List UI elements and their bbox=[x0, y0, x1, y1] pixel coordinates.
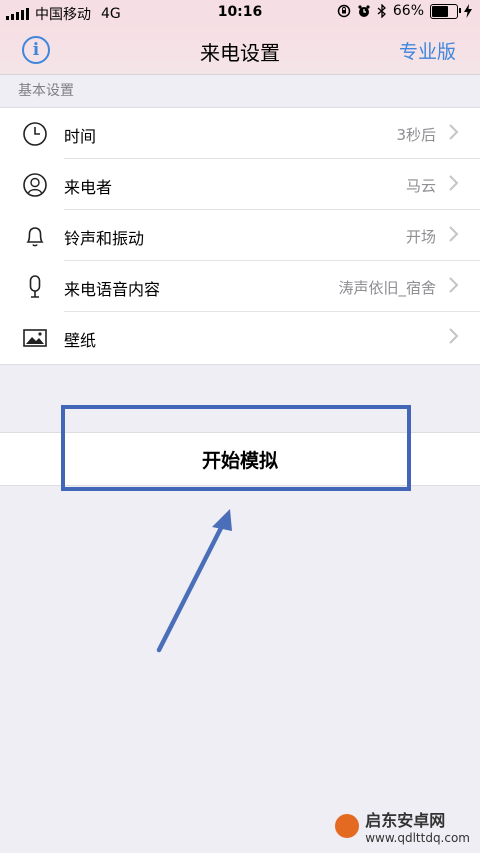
battery-icon bbox=[430, 3, 461, 19]
rotation-lock-icon bbox=[337, 4, 351, 18]
battery-fill bbox=[432, 5, 448, 17]
chevron-right-icon bbox=[449, 328, 459, 344]
row-label: 壁纸 bbox=[64, 331, 97, 350]
watermark: 启东安卓网 www.qdlttdq.com bbox=[335, 807, 470, 845]
watermark-url: www.qdlttdq.com bbox=[365, 831, 470, 845]
row-label: 来电语音内容 bbox=[64, 280, 161, 299]
row-label: 时间 bbox=[64, 127, 97, 146]
charging-bolt-icon bbox=[464, 4, 472, 18]
bluetooth-icon bbox=[377, 4, 386, 18]
row-value: 开场 bbox=[405, 228, 436, 246]
watermark-logo-icon bbox=[335, 814, 360, 838]
setting-row-ringtone[interactable]: 铃声和振动 开场 bbox=[0, 210, 480, 261]
setting-row-voice-content[interactable]: 来电语音内容 涛声依旧_宿舍 bbox=[0, 261, 480, 312]
status-bar: 中国移动 4G 10:16 66% bbox=[0, 0, 480, 26]
row-value: 3秒后 bbox=[396, 126, 436, 144]
setting-row-caller[interactable]: 来电者 马云 bbox=[0, 159, 480, 210]
row-value: 涛声依旧_宿舍 bbox=[338, 279, 436, 297]
setting-row-time[interactable]: 时间 3秒后 bbox=[0, 108, 480, 159]
microphone-icon bbox=[29, 275, 41, 298]
section-header: 基本设置 bbox=[18, 83, 74, 99]
chevron-right-icon bbox=[449, 124, 459, 140]
status-right: 66% bbox=[337, 3, 472, 19]
nav-bar: i 来电设置 专业版 bbox=[0, 26, 480, 75]
chevron-right-icon bbox=[449, 226, 459, 242]
chevron-right-icon bbox=[449, 175, 459, 191]
pro-version-button[interactable]: 专业版 bbox=[399, 37, 456, 64]
picture-icon bbox=[23, 329, 47, 347]
highlight-box bbox=[61, 405, 411, 491]
row-label: 来电者 bbox=[64, 178, 113, 197]
clock-icon bbox=[23, 122, 47, 146]
person-icon bbox=[23, 173, 47, 197]
chevron-right-icon bbox=[449, 277, 459, 293]
alarm-icon bbox=[358, 5, 370, 17]
settings-list: 时间 3秒后 来电者 马云 铃声和振动 开场 来电语音内容 涛声依旧_宿舍 壁纸 bbox=[0, 107, 480, 365]
row-value: 马云 bbox=[405, 177, 436, 195]
watermark-title: 启东安卓网 bbox=[365, 811, 446, 830]
row-label: 铃声和振动 bbox=[64, 229, 145, 248]
battery-percent: 66% bbox=[392, 3, 424, 19]
setting-row-wallpaper[interactable]: 壁纸 bbox=[0, 312, 480, 363]
bell-icon bbox=[26, 227, 44, 247]
